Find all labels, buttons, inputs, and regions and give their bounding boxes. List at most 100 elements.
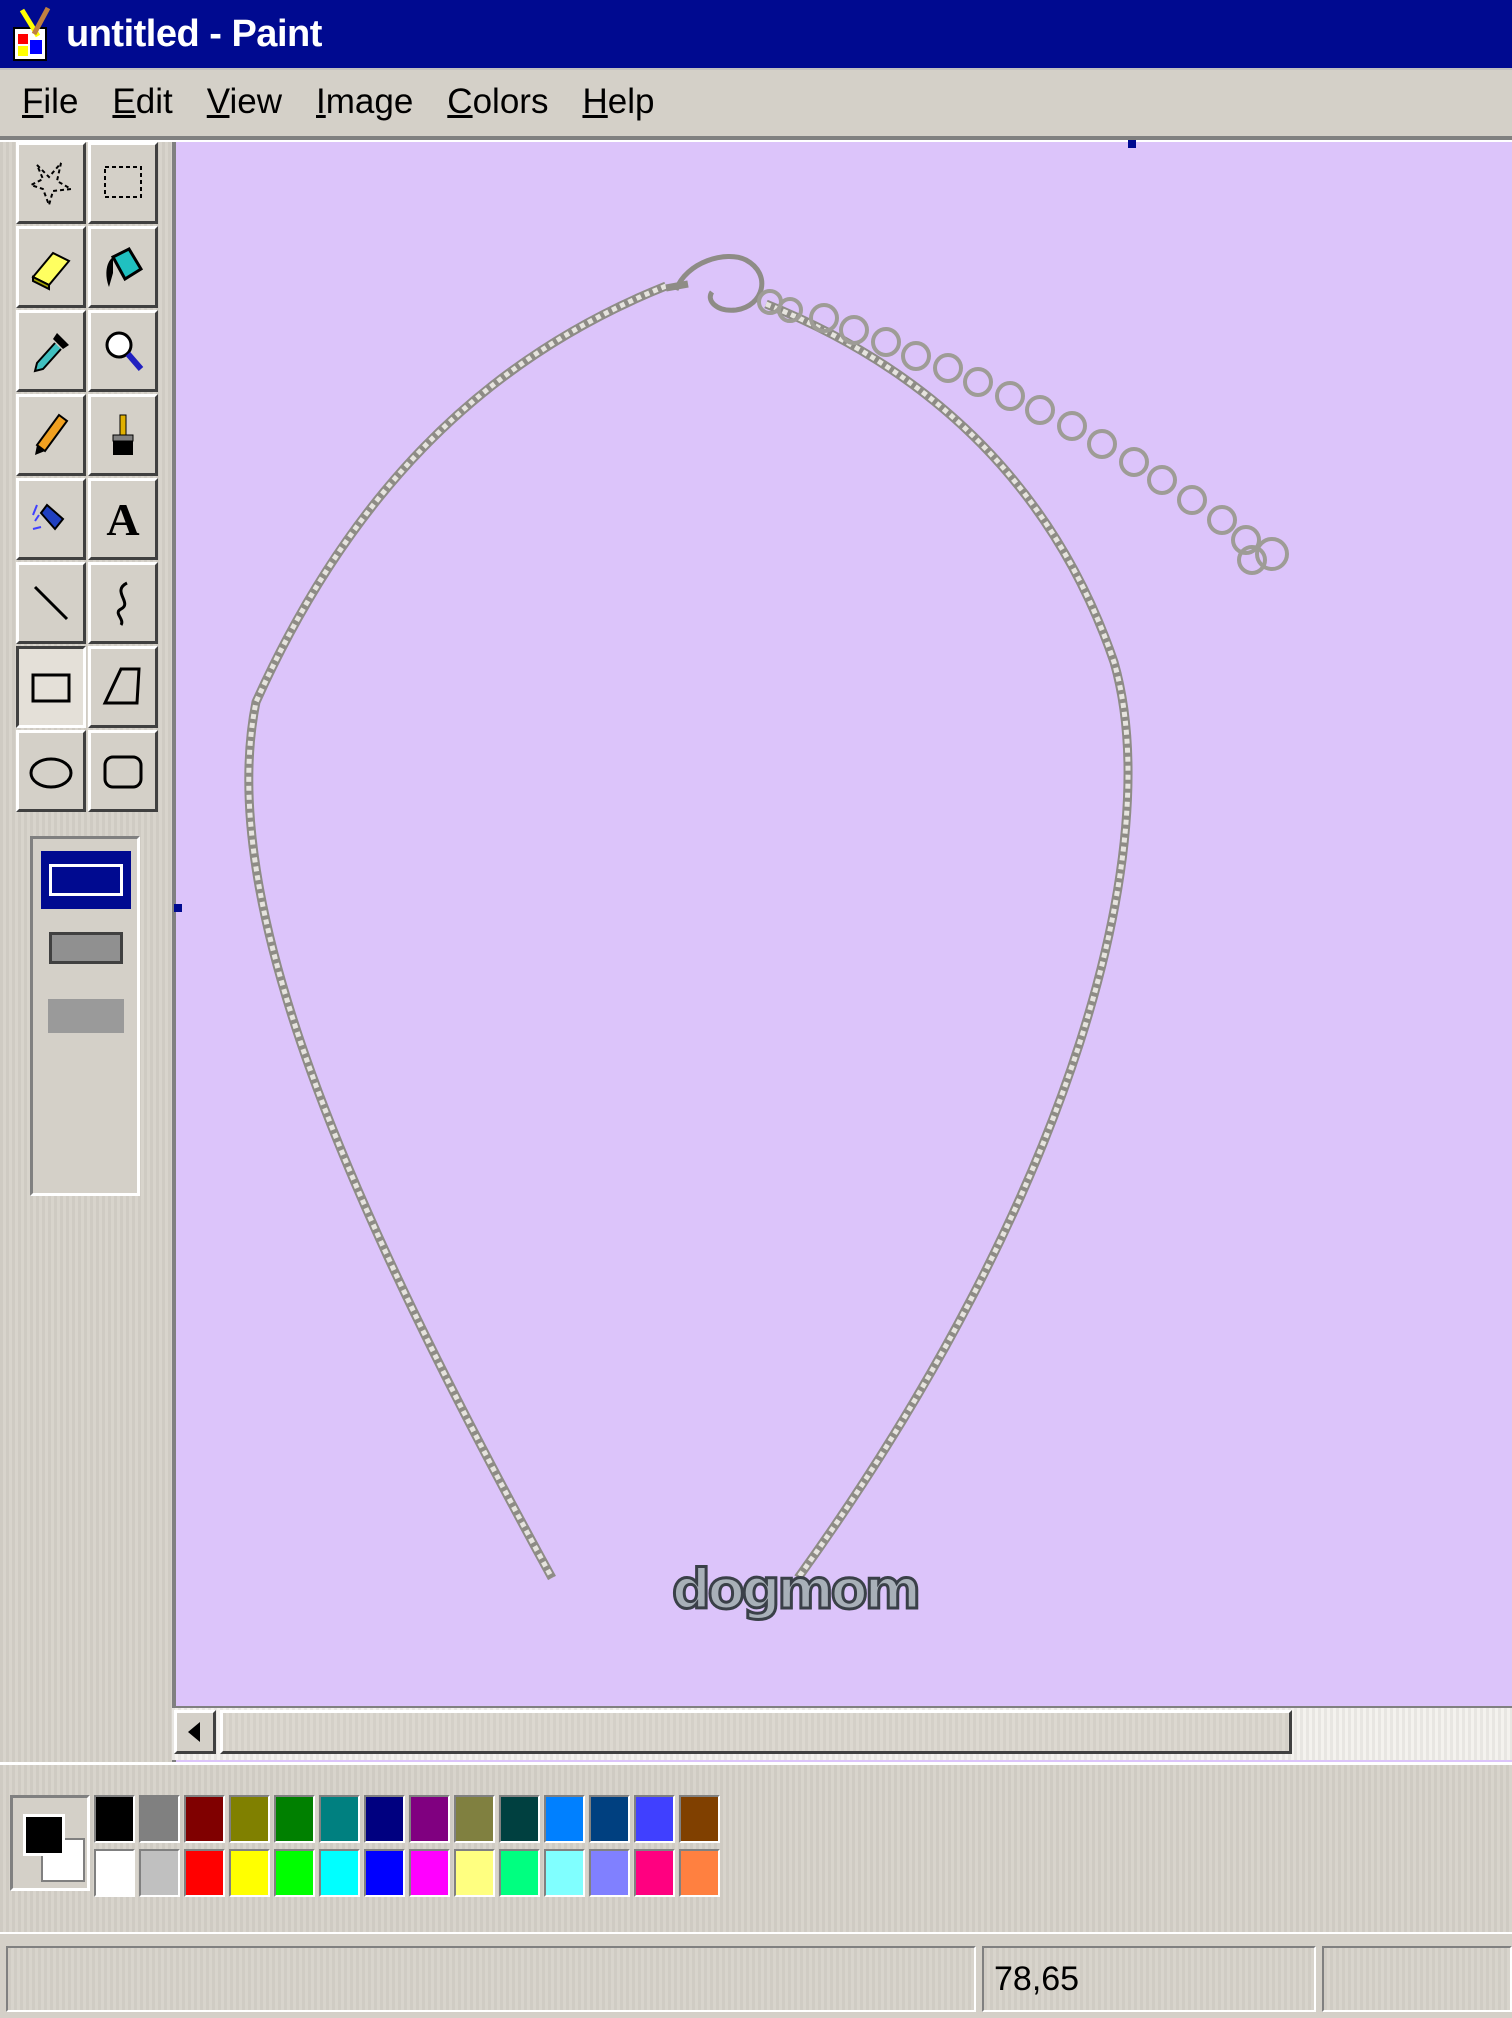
color-swatch[interactable] (499, 1795, 540, 1843)
tool-grid: A (16, 142, 160, 814)
color-swatch[interactable] (409, 1795, 450, 1843)
color-swatch[interactable] (634, 1849, 675, 1897)
magnifier-icon (105, 331, 144, 371)
tool-pencil[interactable] (16, 394, 86, 476)
menu-colors[interactable]: Colors (447, 82, 548, 122)
color-swatch[interactable] (139, 1795, 180, 1843)
color-swatch[interactable] (319, 1849, 360, 1897)
text-icon: A (106, 493, 140, 545)
pencil-icon (35, 413, 69, 455)
eraser-icon (31, 251, 71, 291)
window-title: untitled - Paint (66, 12, 322, 55)
tool-airbrush[interactable] (16, 478, 86, 560)
color-swatch[interactable] (184, 1849, 225, 1897)
menu-image-mnemonic: I (316, 82, 326, 121)
color-swatch[interactable] (679, 1795, 720, 1843)
tool-eraser[interactable] (16, 226, 86, 308)
color-swatch[interactable] (364, 1795, 405, 1843)
menu-edit-mnemonic: E (112, 82, 136, 121)
tool-curve[interactable] (88, 562, 158, 644)
pendant-text: dogmom (672, 1558, 918, 1621)
tool-rectangle[interactable] (16, 646, 86, 728)
status-message (6, 1946, 976, 2012)
color-swatch[interactable] (544, 1849, 585, 1897)
menu-view-mnemonic: V (206, 82, 230, 121)
tool-select[interactable] (88, 142, 158, 224)
line-icon (33, 585, 69, 621)
menu-help[interactable]: Help (582, 82, 654, 122)
color-swatch[interactable] (679, 1849, 720, 1897)
color-swatch[interactable] (319, 1795, 360, 1843)
tool-brush[interactable] (88, 394, 158, 476)
color-swatch[interactable] (409, 1849, 450, 1897)
palette-swatches (94, 1795, 724, 1903)
fill-option-fill-only[interactable] (41, 987, 131, 1045)
curve-icon (116, 581, 128, 626)
tool-rounded-rectangle[interactable] (88, 730, 158, 812)
paint-app-icon[interactable] (8, 6, 58, 62)
outline-fill-swatch (49, 932, 123, 964)
color-swatch[interactable] (94, 1849, 135, 1897)
fill-only-swatch (48, 999, 124, 1033)
menu-image-rest: mage (325, 82, 414, 121)
color-swatch[interactable] (589, 1795, 630, 1843)
tool-box: A (0, 142, 176, 1762)
tool-fill-with-color[interactable] (88, 226, 158, 308)
polygon-icon (102, 667, 141, 705)
tool-pick-color[interactable] (16, 310, 86, 392)
foreground-color-swatch (23, 1814, 65, 1856)
tool-free-form-select[interactable] (16, 142, 86, 224)
current-colors[interactable] (10, 1795, 90, 1891)
chain-right-strand (764, 299, 1133, 1581)
color-swatch[interactable] (139, 1849, 180, 1897)
color-swatch[interactable] (634, 1795, 675, 1843)
select-icon (104, 166, 142, 198)
menu-file[interactable]: File (22, 82, 78, 122)
fill-option-outline-and-fill[interactable] (41, 919, 131, 977)
color-swatch[interactable] (589, 1849, 630, 1897)
brush-icon (112, 414, 134, 455)
color-swatch[interactable] (364, 1849, 405, 1897)
fill-style-options (30, 836, 140, 1196)
airbrush-icon (32, 503, 65, 531)
menu-help-mnemonic: H (582, 82, 608, 121)
scroll-left-button[interactable] (174, 1710, 216, 1754)
tool-line[interactable] (16, 562, 86, 644)
tool-polygon[interactable] (88, 646, 158, 728)
tool-text[interactable]: A (88, 478, 158, 560)
menu-view[interactable]: View (207, 82, 282, 122)
menu-colors-mnemonic: C (447, 82, 473, 121)
menu-image[interactable]: Image (316, 82, 413, 122)
necklace-drawing: dogmom (244, 254, 1289, 1623)
menu-edit[interactable]: Edit (112, 82, 172, 122)
scroll-thumb[interactable] (220, 1710, 1292, 1754)
menu-help-rest: elp (607, 82, 655, 121)
color-swatch[interactable] (229, 1849, 270, 1897)
color-swatch[interactable] (274, 1849, 315, 1897)
ellipse-icon (29, 757, 73, 789)
menu-edit-rest: dit (135, 82, 173, 121)
chain-left-strand (244, 281, 668, 1581)
color-swatch[interactable] (499, 1849, 540, 1897)
color-swatch[interactable] (544, 1795, 585, 1843)
tool-magnifier[interactable] (88, 310, 158, 392)
fill-option-outline[interactable] (41, 851, 131, 909)
pick-color-icon (33, 333, 69, 373)
rounded-rectangle-icon (103, 755, 143, 789)
cursor-coordinates: 78,65 (982, 1946, 1316, 2012)
drawing-canvas[interactable]: dogmom (174, 140, 1512, 1762)
color-swatch[interactable] (454, 1849, 495, 1897)
horizontal-scrollbar[interactable] (172, 1706, 1512, 1760)
color-swatch[interactable] (274, 1795, 315, 1843)
menu-file-mnemonic: F (22, 82, 44, 121)
arrow-left-icon (188, 1722, 200, 1742)
color-swatch[interactable] (184, 1795, 225, 1843)
selection-size (1322, 1946, 1512, 2012)
color-swatch[interactable] (94, 1795, 135, 1843)
color-swatch[interactable] (454, 1795, 495, 1843)
menu-file-rest: ile (43, 82, 79, 121)
free-form-select-icon (28, 162, 75, 207)
color-box (0, 1762, 1512, 1935)
tool-ellipse[interactable] (16, 730, 86, 812)
color-swatch[interactable] (229, 1795, 270, 1843)
